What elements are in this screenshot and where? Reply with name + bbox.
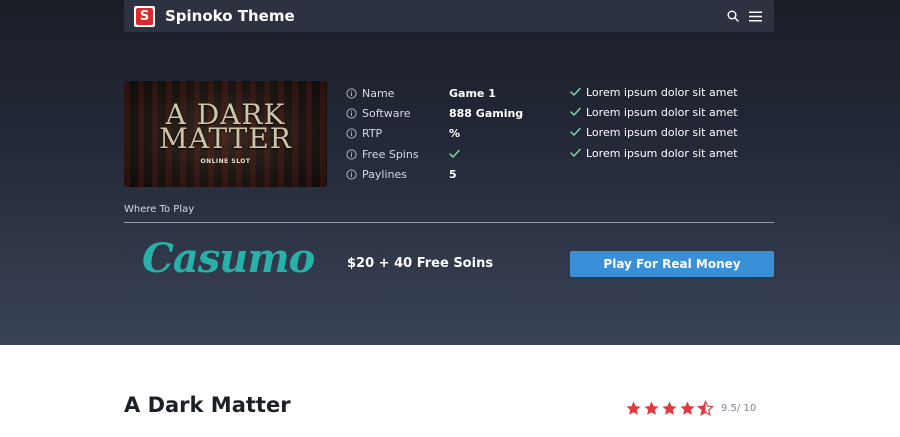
game-art-title: A DARK MATTER bbox=[124, 101, 327, 155]
star-full-icon bbox=[662, 401, 677, 415]
site-logo[interactable]: S bbox=[134, 5, 155, 27]
casino-logo[interactable]: Casumo bbox=[142, 234, 315, 284]
info-value: % bbox=[449, 126, 461, 140]
rating-stars bbox=[625, 400, 714, 417]
info-label: Name bbox=[362, 86, 395, 100]
logo-letter: S bbox=[136, 7, 153, 25]
star-full-icon bbox=[644, 401, 659, 415]
feature-text: Lorem ipsum dolor sit amet bbox=[586, 86, 738, 99]
where-to-play-label: Where To Play bbox=[124, 204, 195, 215]
info-value: Game 1 bbox=[449, 86, 496, 100]
check-icon bbox=[570, 87, 581, 96]
info-icon bbox=[346, 148, 357, 160]
menu-icon[interactable] bbox=[749, 11, 762, 22]
info-icon bbox=[346, 107, 357, 119]
star-full-icon bbox=[680, 401, 695, 415]
game-art-line2: MATTER bbox=[159, 122, 292, 155]
star-full-icon bbox=[626, 401, 641, 415]
play-for-real-money-button[interactable]: Play For Real Money bbox=[570, 251, 774, 277]
hero-section: S Spinoko Theme A DARK MATTER ONLINE SLO… bbox=[0, 0, 900, 345]
check-icon bbox=[570, 148, 581, 157]
page-title: A Dark Matter bbox=[124, 393, 291, 417]
check-icon bbox=[570, 107, 581, 116]
info-value: 5 bbox=[449, 167, 457, 181]
feature-text: Lorem ipsum dolor sit amet bbox=[586, 106, 738, 119]
check-icon bbox=[570, 127, 581, 136]
game-thumbnail[interactable]: A DARK MATTER ONLINE SLOT bbox=[124, 81, 327, 187]
info-label: Free Spins bbox=[362, 147, 419, 161]
info-value: 888 Gaming bbox=[449, 106, 524, 120]
info-icon bbox=[346, 168, 357, 180]
section-divider bbox=[124, 222, 774, 223]
star-half-icon bbox=[697, 400, 714, 417]
info-icon bbox=[346, 87, 357, 99]
site-header: S Spinoko Theme bbox=[124, 0, 774, 32]
info-icon bbox=[346, 127, 357, 139]
header-actions bbox=[727, 10, 762, 22]
search-icon[interactable] bbox=[727, 10, 739, 22]
rating-text: 9.5/ 10 bbox=[721, 403, 757, 414]
info-label: Paylines bbox=[362, 167, 407, 181]
rating: 9.5/ 10 bbox=[625, 400, 756, 417]
feature-text: Lorem ipsum dolor sit amet bbox=[586, 147, 738, 160]
info-label: RTP bbox=[362, 126, 383, 140]
info-label: Software bbox=[362, 106, 411, 120]
casino-bonus: $20 + 40 Free Soins bbox=[347, 256, 494, 271]
game-art-subtitle: ONLINE SLOT bbox=[200, 158, 251, 165]
site-title[interactable]: Spinoko Theme bbox=[165, 7, 295, 25]
feature-text: Lorem ipsum dolor sit amet bbox=[586, 126, 738, 139]
